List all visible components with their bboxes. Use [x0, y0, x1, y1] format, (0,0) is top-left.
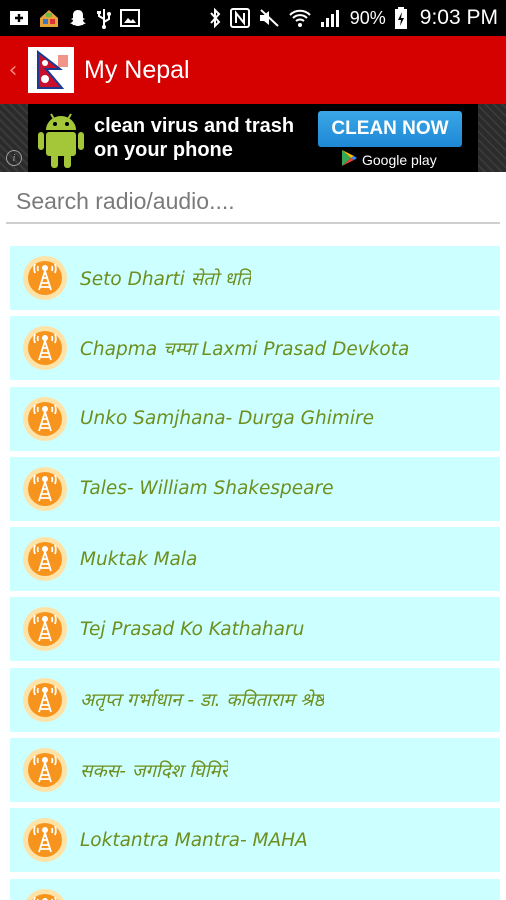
clean-now-button[interactable]: CLEAN NOW [318, 111, 462, 147]
ad-headline-line2: on your phone [94, 139, 233, 161]
ad-info-icon[interactable]: i [6, 150, 22, 166]
radio-tower-icon [22, 817, 68, 863]
radio-tower-icon [22, 536, 68, 582]
radio-tower-icon [22, 888, 68, 900]
list-item-label: Tej Prasad Ko Kathaharu [80, 618, 305, 640]
nfc-icon [229, 8, 250, 28]
radio-tower-icon [22, 677, 68, 723]
audio-list: Seto Dharti सेतो धर्ति Chapma चम्पा Laxm… [10, 246, 500, 900]
android-robot-icon [36, 108, 86, 174]
radio-tower-icon [22, 747, 68, 793]
list-item-label: Tales- William Shakespeare [80, 478, 334, 500]
list-item-label: Chapma चम्पा Laxmi Prasad Devkota [80, 338, 410, 360]
status-bar: 90% 9:03 PM [0, 0, 506, 36]
app-title: My Nepal [84, 55, 190, 84]
app-logo-nepal-flag-icon[interactable] [28, 47, 74, 93]
bluetooth-icon [208, 7, 222, 29]
home-notification-icon [38, 7, 60, 29]
signal-icon [320, 8, 342, 28]
list-item-label: Muktak Mala [80, 548, 198, 570]
radio-tower-icon [22, 325, 68, 371]
list-item-label: Loktantra Mantra- MAHA [80, 829, 308, 851]
list-item-label: Seto Dharti सेतो धर्ति [80, 268, 252, 290]
google-play-badge[interactable]: Google play [340, 149, 437, 170]
mute-icon [258, 8, 280, 28]
wifi-icon [288, 8, 312, 28]
battery-percent: 90% [349, 7, 386, 28]
clock: 9:03 PM [419, 6, 498, 29]
image-icon [120, 9, 140, 27]
list-item-label: Unko Samjhana- Durga Ghimire [80, 408, 374, 430]
status-bar-right: 90% 9:03 PM [208, 6, 498, 30]
google-play-icon [340, 149, 358, 170]
list-item-2[interactable]: Chapma चम्पा Laxmi Prasad Devkota [10, 316, 500, 381]
radio-tower-icon [22, 606, 68, 652]
google-play-label: Google play [362, 151, 437, 168]
list-item-7[interactable]: अतृप्त गर्भाधान - डा. कविताराम श्रेष्ठ [10, 667, 500, 732]
usb-icon [96, 7, 112, 29]
list-item-8[interactable]: सकस- जगदिश घिमिरे [10, 738, 500, 803]
snapchat-icon [68, 8, 88, 28]
radio-tower-icon [22, 396, 68, 442]
list-item-label: सकस- जगदिश घिमिरे [80, 760, 229, 782]
battery-charging-icon [394, 6, 408, 30]
ad-headline: clean virus and trash on your phone [94, 114, 294, 162]
ad-content[interactable]: clean virus and trash on your phone CLEA… [28, 104, 478, 172]
search-bar [6, 180, 500, 224]
radio-tower-icon [22, 466, 68, 512]
list-item-5[interactable]: Muktak Mala [10, 527, 500, 592]
status-bar-left [8, 7, 140, 29]
search-input[interactable] [6, 180, 500, 222]
list-item-10[interactable] [10, 878, 500, 900]
ad-headline-line1: clean virus and trash [94, 115, 295, 137]
list-item-label: अतृप्त गर्भाधान - डा. कविताराम श्रेष्ठ [80, 690, 325, 712]
list-item-9[interactable]: Loktantra Mantra- MAHA [10, 808, 500, 873]
action-bar: ‹ My Nepal [0, 36, 506, 104]
list-item-6[interactable]: Tej Prasad Ko Kathaharu [10, 597, 500, 662]
radio-tower-icon [22, 255, 68, 301]
ad-banner[interactable]: i clean virus and trash on your phone CL… [0, 104, 506, 172]
add-icon [8, 8, 30, 28]
list-item-4[interactable]: Tales- William Shakespeare [10, 456, 500, 521]
chevron-left-icon[interactable]: ‹ [4, 58, 22, 83]
list-item-3[interactable]: Unko Samjhana- Durga Ghimire [10, 386, 500, 451]
list-item-1[interactable]: Seto Dharti सेतो धर्ति [10, 246, 500, 310]
